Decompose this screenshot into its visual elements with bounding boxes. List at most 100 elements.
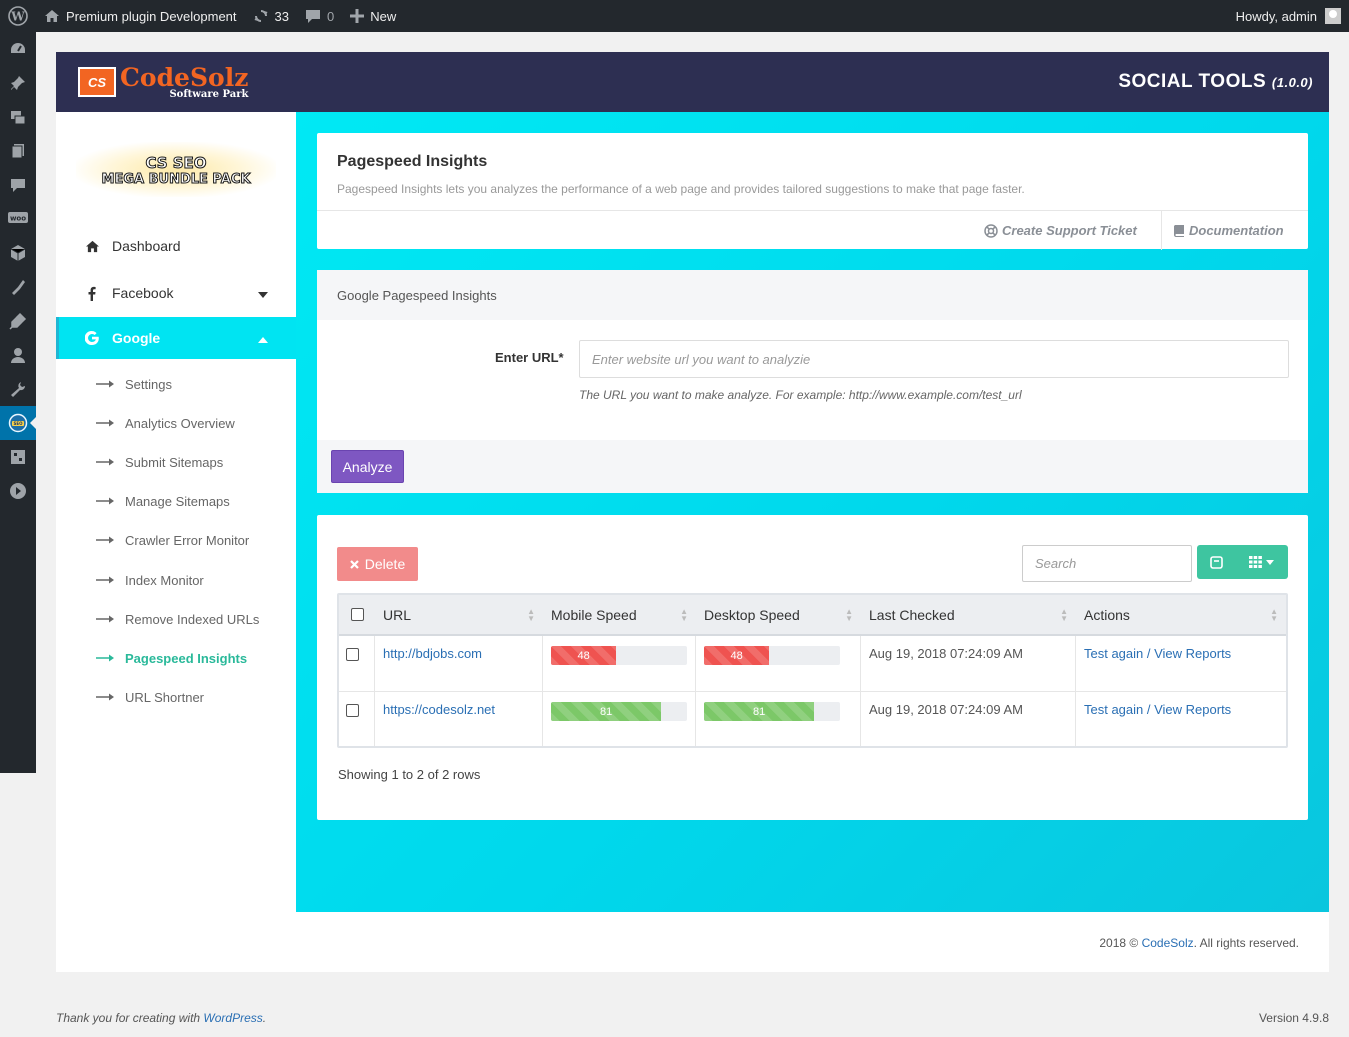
nav-facebook[interactable]: Facebook (56, 272, 296, 314)
delete-button[interactable]: Delete (337, 547, 418, 581)
wordpress-logo-icon[interactable]: W (0, 0, 36, 32)
table-row: http://bdjobs.com 48 48 Aug 19, 2018 07:… (339, 636, 1286, 691)
col-header-last-checked[interactable]: Last Checked ▲ ▼ (861, 595, 1076, 636)
submenu-url-shortner[interactable]: URL Shortner (96, 687, 204, 707)
arrow-right-icon (96, 497, 114, 505)
mobile-speed-bar: 48 (551, 646, 687, 665)
intro-card: Pagespeed Insights Pagespeed Insights le… (317, 133, 1308, 250)
results-card: Delete URL▲▼ Mobile Speed▲▼ Desktop Spee… (317, 515, 1308, 820)
toggle-view-button[interactable] (1197, 545, 1235, 579)
tools-menu-icon[interactable] (0, 372, 36, 406)
admin-menu: woo SEO (0, 32, 36, 773)
social-tools-menu-icon[interactable]: SEO (0, 406, 36, 440)
submenu-remove-indexed-urls[interactable]: Remove Indexed URLs (96, 609, 259, 629)
grid-icon (1249, 556, 1262, 568)
mega-bundle-badge: CS SEO MEGA BUNDLE PACK (76, 142, 276, 197)
home-icon (44, 9, 60, 23)
col-header-actions[interactable]: Actions ▲ ▼ (1076, 595, 1286, 636)
site-name-link[interactable]: Premium plugin Development (36, 0, 245, 32)
woocommerce-menu-icon[interactable]: woo (0, 202, 36, 236)
appearance-menu-icon[interactable] (0, 270, 36, 304)
submenu-submit-sitemaps[interactable]: Submit Sitemaps (96, 452, 223, 472)
row-checkbox[interactable] (346, 648, 359, 661)
products-menu-icon[interactable] (0, 236, 36, 270)
arrow-right-icon (96, 536, 114, 544)
comments-menu-icon[interactable] (0, 168, 36, 202)
my-account-link[interactable]: Howdy, admin (1228, 0, 1349, 32)
nav-facebook-label: Facebook (112, 285, 174, 301)
book-icon (1173, 224, 1185, 237)
submenu-pagespeed-insights[interactable]: Pagespeed Insights (96, 648, 247, 668)
arrow-right-icon (96, 380, 114, 388)
table-row: https://codesolz.net 81 81 Aug 19, 2018 … (339, 691, 1286, 746)
submenu-analytics-overview[interactable]: Analytics Overview (96, 413, 235, 433)
submenu-crawler-error-monitor[interactable]: Crawler Error Monitor (96, 530, 249, 550)
archive-icon (1209, 555, 1223, 569)
app-title: SOCIAL TOOLS (1.0.0) (1118, 71, 1313, 92)
dashboard-menu-icon[interactable] (0, 32, 36, 66)
pagespeed-form-card: Google Pagespeed Insights Enter URL* The… (317, 270, 1308, 493)
wordpress-link[interactable]: WordPress (203, 1011, 262, 1025)
url-help-text: The URL you want to make analyze. For ex… (579, 388, 1022, 402)
submenu-settings[interactable]: Settings (96, 374, 172, 394)
plugin-panel: CS CodeSolz Software Park SOCIAL TOOLS (… (56, 52, 1329, 972)
form-heading: Google Pagespeed Insights (317, 270, 1308, 320)
submenu-index-monitor[interactable]: Index Monitor (96, 570, 204, 590)
comments-link[interactable]: 0 (297, 0, 342, 32)
view-reports-link[interactable]: View Reports (1154, 646, 1231, 661)
plus-icon (350, 9, 365, 23)
mobile-speed-bar: 81 (551, 702, 687, 721)
collapse-menu-icon[interactable] (0, 474, 36, 508)
search-input[interactable] (1022, 545, 1192, 582)
sort-icon: ▲ ▼ (527, 607, 535, 623)
nav-dashboard[interactable]: Dashboard (56, 225, 296, 267)
greeting-label: Howdy, admin (1235, 8, 1317, 24)
updates-link[interactable]: 33 (245, 0, 297, 32)
wp-footer-thanks: Thank you for creating with WordPress. (56, 1011, 267, 1025)
media-menu-icon[interactable] (0, 100, 36, 134)
row-checkbox[interactable] (346, 704, 359, 717)
col-header-url[interactable]: URL ▲ ▼ (375, 595, 543, 636)
create-support-ticket-link[interactable]: Create Support Ticket (984, 211, 1137, 250)
plugins-menu-icon[interactable] (0, 304, 36, 338)
codesolz-link[interactable]: CodeSolz (1142, 936, 1194, 950)
sort-icon: ▲ ▼ (1060, 607, 1068, 623)
svg-text:SEO: SEO (13, 421, 23, 426)
analyze-button[interactable]: Analyze (331, 450, 404, 483)
url-input[interactable] (579, 340, 1289, 378)
settings-menu-icon[interactable] (0, 440, 36, 474)
caret-down-icon (258, 285, 268, 301)
documentation-link[interactable]: Documentation (1173, 211, 1284, 250)
select-all-checkbox[interactable] (350, 608, 364, 621)
google-icon (84, 331, 100, 345)
arrow-right-icon (96, 458, 114, 466)
col-header-mobile-speed[interactable]: Mobile Speed ▲ ▼ (543, 595, 696, 636)
page-title: Pagespeed Insights (337, 153, 488, 170)
test-again-link[interactable]: Test again (1084, 646, 1143, 661)
posts-menu-icon[interactable] (0, 66, 36, 100)
updates-count: 33 (274, 8, 289, 24)
wp-version: Version 4.9.8 (1258, 1011, 1329, 1025)
col-header-desktop-speed[interactable]: Desktop Speed ▲ ▼ (696, 595, 861, 636)
test-again-link[interactable]: Test again (1084, 702, 1143, 717)
new-content-link[interactable]: New (342, 0, 404, 32)
caret-down-icon (1266, 559, 1274, 565)
row-url-link[interactable]: http://bdjobs.com (383, 646, 482, 661)
plugin-sidebar: CS SEO MEGA BUNDLE PACK Dashboard Facebo… (56, 112, 296, 912)
users-menu-icon[interactable] (0, 338, 36, 372)
pages-menu-icon[interactable] (0, 134, 36, 168)
results-table: URL ▲ ▼ Mobile Speed ▲ ▼ Desktop Speed ▲ ▼ Las… (337, 593, 1288, 748)
view-reports-link[interactable]: View Reports (1154, 702, 1231, 717)
columns-dropdown-button[interactable] (1235, 545, 1288, 579)
copyright: 2018 © CodeSolz. All rights reserved. (1099, 936, 1299, 950)
codesolz-logo: CS CodeSolz Software Park (78, 65, 248, 100)
page-description: Pagespeed Insights lets you analyzes the… (337, 182, 1025, 196)
arrow-right-icon (96, 576, 114, 584)
comment-icon (305, 9, 321, 24)
nav-google[interactable]: Google (56, 317, 296, 359)
submenu-manage-sitemaps[interactable]: Manage Sitemaps (96, 491, 230, 511)
desktop-speed-bar: 81 (704, 702, 840, 721)
row-url-link[interactable]: https://codesolz.net (383, 702, 495, 717)
svg-text:W: W (10, 10, 25, 24)
admin-bar: W Premium plugin Development 33 0 New Ho… (0, 0, 1349, 32)
